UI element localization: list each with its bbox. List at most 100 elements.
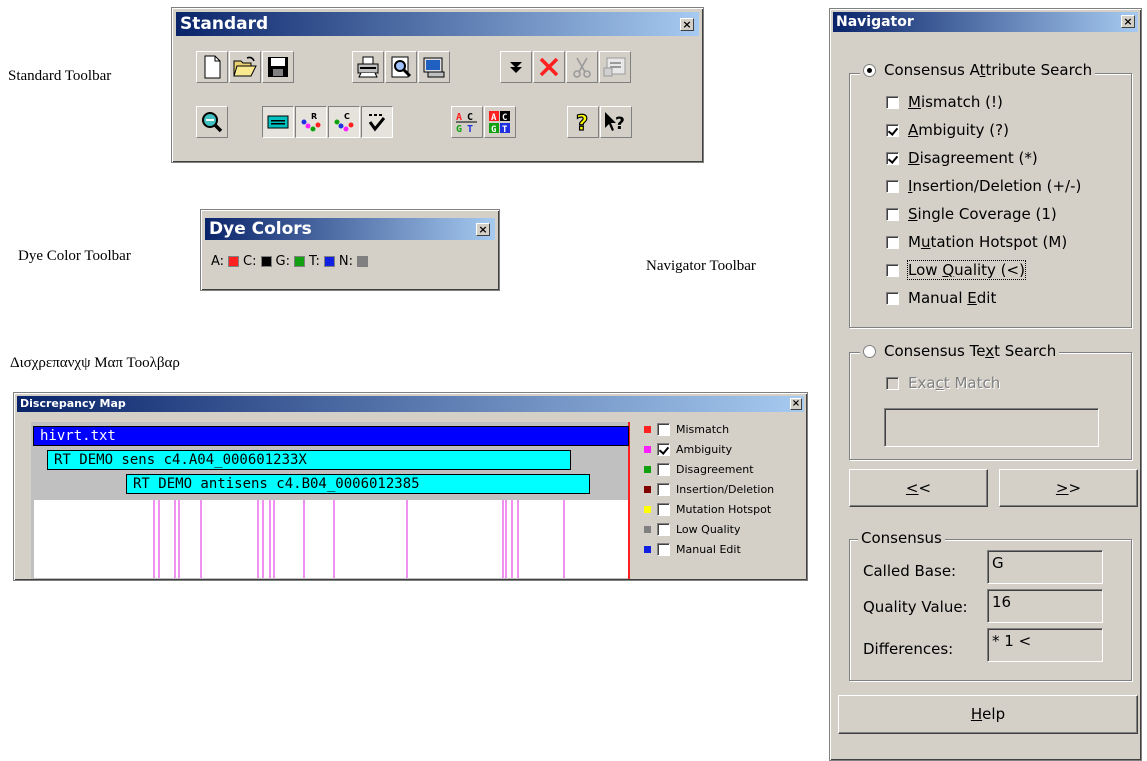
differences-label: Differences: <box>863 640 954 658</box>
insertion-deletion-checkbox[interactable] <box>657 482 670 496</box>
delete-button[interactable] <box>533 51 565 83</box>
properties-button[interactable] <box>599 51 631 83</box>
called-base-label: Called Base: <box>863 562 957 580</box>
mutation-hotspot-checkbox[interactable] <box>657 502 670 516</box>
legend-disagreement: Disagreement <box>644 462 754 476</box>
svg-text:G: G <box>456 124 462 134</box>
manual-edit-color-swatch <box>644 545 651 553</box>
read-bar-antisens[interactable]: RT DEMO antisens c4.B04_0006012385 <box>126 474 590 494</box>
discrepancy-map-window: Discrepancy Map × hivrt.txt RT DEMO sens… <box>13 392 808 581</box>
close-icon[interactable]: × <box>1121 15 1135 28</box>
mutation-hotspot-option[interactable]: Mutation Hotspot (M) <box>886 232 1067 252</box>
text-search-input[interactable] <box>884 408 1099 447</box>
legend-ambiguity: Ambiguity <box>644 442 732 456</box>
dye-g-swatch[interactable] <box>293 256 305 267</box>
exact-match-checkbox[interactable] <box>886 376 899 390</box>
new-document-button[interactable] <box>196 51 228 83</box>
new-document-icon <box>204 55 221 79</box>
ambiguity-checkbox[interactable] <box>886 123 899 137</box>
dye-colors-toolbar: Dye Colors × A: C: G: T: N: <box>200 209 500 291</box>
svg-text:R: R <box>311 112 317 121</box>
navigator-title[interactable]: Navigator <box>833 12 1138 32</box>
dye-c-swatch[interactable] <box>260 256 272 267</box>
close-icon[interactable]: × <box>790 398 802 410</box>
option-label: Mutation Hotspot (M) <box>908 233 1068 251</box>
text-search-label: Consensus Text Search <box>884 342 1057 360</box>
dye-a-swatch[interactable] <box>228 256 240 267</box>
legend-low-quality: Low Quality <box>644 522 740 536</box>
svg-text:C: C <box>502 113 507 123</box>
previous-button[interactable]: << <box>849 469 988 507</box>
legend-mutation-hotspot: Mutation Hotspot <box>644 502 771 516</box>
cut-button[interactable] <box>566 51 598 83</box>
mismatch-checkbox[interactable] <box>657 422 670 436</box>
dye-n-label: N: <box>338 254 353 269</box>
page-setup-button[interactable] <box>418 51 450 83</box>
single-coverage-option[interactable]: Single Coverage (1) <box>886 204 1057 224</box>
print-button[interactable] <box>352 51 384 83</box>
mismatch-checkbox[interactable] <box>886 95 899 109</box>
dye-t-swatch[interactable] <box>323 256 335 267</box>
manual-edit-checkbox[interactable] <box>657 542 670 556</box>
reverse-seq-button[interactable]: R <box>295 106 327 138</box>
legend-manual-edit: Manual Edit <box>644 542 741 556</box>
disagreement-checkbox[interactable] <box>657 462 670 476</box>
insertion-deletion-checkbox[interactable] <box>886 179 899 193</box>
manual-edit-checkbox[interactable] <box>886 291 899 305</box>
zoom-button[interactable] <box>196 106 228 138</box>
dye-a-label: A: <box>211 254 225 269</box>
manual-edit-option[interactable]: Manual Edit <box>886 288 996 308</box>
help-button[interactable]: Help <box>838 695 1138 734</box>
disagreement-checkbox[interactable] <box>886 151 899 165</box>
legend-label: Manual Edit <box>676 542 741 556</box>
check-list-button[interactable] <box>361 106 393 138</box>
caption-standard-toolbar: Standard Toolbar <box>8 68 112 84</box>
single-coverage-checkbox[interactable] <box>886 207 899 221</box>
discrepancy-map-title[interactable]: Discrepancy Map <box>17 396 804 412</box>
legend-label: Disagreement <box>676 462 754 476</box>
print-preview-button[interactable] <box>385 51 417 83</box>
dye-n-swatch[interactable] <box>357 256 368 267</box>
exact-match-option[interactable]: Exact Match <box>886 373 1000 393</box>
low-quality-option[interactable]: Low Quality (<) <box>886 260 1026 280</box>
svg-text:C: C <box>467 112 473 123</box>
low-quality-checkbox[interactable] <box>886 263 899 277</box>
align-abc-button[interactable]: ACGT <box>451 106 483 138</box>
close-icon[interactable]: × <box>476 223 490 236</box>
mismatch-option[interactable]: Mismatch (!) <box>886 92 1003 112</box>
radio-icon[interactable] <box>863 63 876 77</box>
properties-icon <box>603 57 626 77</box>
legend-label: Mutation Hotspot <box>676 502 772 516</box>
mutation-hotspot-checkbox[interactable] <box>886 235 899 249</box>
help-button[interactable]: ? <box>567 106 599 138</box>
dye-row: A: C: G: T: N: <box>211 254 372 269</box>
next-button[interactable]: >> <box>999 469 1138 507</box>
ambiguity-checkbox[interactable] <box>657 442 670 456</box>
caption-discrepancy-toolbar: Δισχρεπανχψ Μαπ Τοολβαρ <box>10 355 180 371</box>
dye-colors-title[interactable]: Dye Colors <box>205 218 495 240</box>
disagreement-option[interactable]: Disagreement (*) <box>886 148 1038 168</box>
read-bar-sens[interactable]: RT DEMO sens c4.A04_000601233X <box>47 450 571 470</box>
reference-sequence-bar[interactable]: hivrt.txt <box>33 426 629 446</box>
svg-text:G: G <box>491 125 496 134</box>
standard-toolbar-title[interactable]: Standard <box>176 12 699 36</box>
align-abc-color-button[interactable]: ACGT <box>484 106 516 138</box>
radio-icon[interactable] <box>863 344 876 358</box>
zoom-icon <box>202 112 223 133</box>
context-help-button[interactable]: ? <box>600 106 632 138</box>
low-quality-checkbox[interactable] <box>657 522 670 536</box>
attribute-search-radio[interactable]: Consensus Attribute Search <box>860 61 1096 79</box>
svg-text:?: ? <box>615 114 625 134</box>
insertion-deletion-option[interactable]: Insertion/Deletion (+/-) <box>886 176 1081 196</box>
dye-c-label: C: <box>243 254 257 269</box>
discrepancy-marker-area[interactable] <box>34 500 628 578</box>
dropdown-arrow-button[interactable] <box>500 51 532 83</box>
complement-seq-button[interactable]: C <box>328 106 360 138</box>
save-button[interactable] <box>262 51 294 83</box>
text-view-button[interactable] <box>262 106 294 138</box>
ambiguity-option[interactable]: Ambiguity (?) <box>886 120 1009 140</box>
text-search-radio[interactable]: Consensus Text Search <box>860 342 1060 360</box>
chevron-down-icon <box>510 62 522 73</box>
close-icon[interactable]: × <box>680 18 694 31</box>
open-folder-button[interactable] <box>229 51 261 83</box>
